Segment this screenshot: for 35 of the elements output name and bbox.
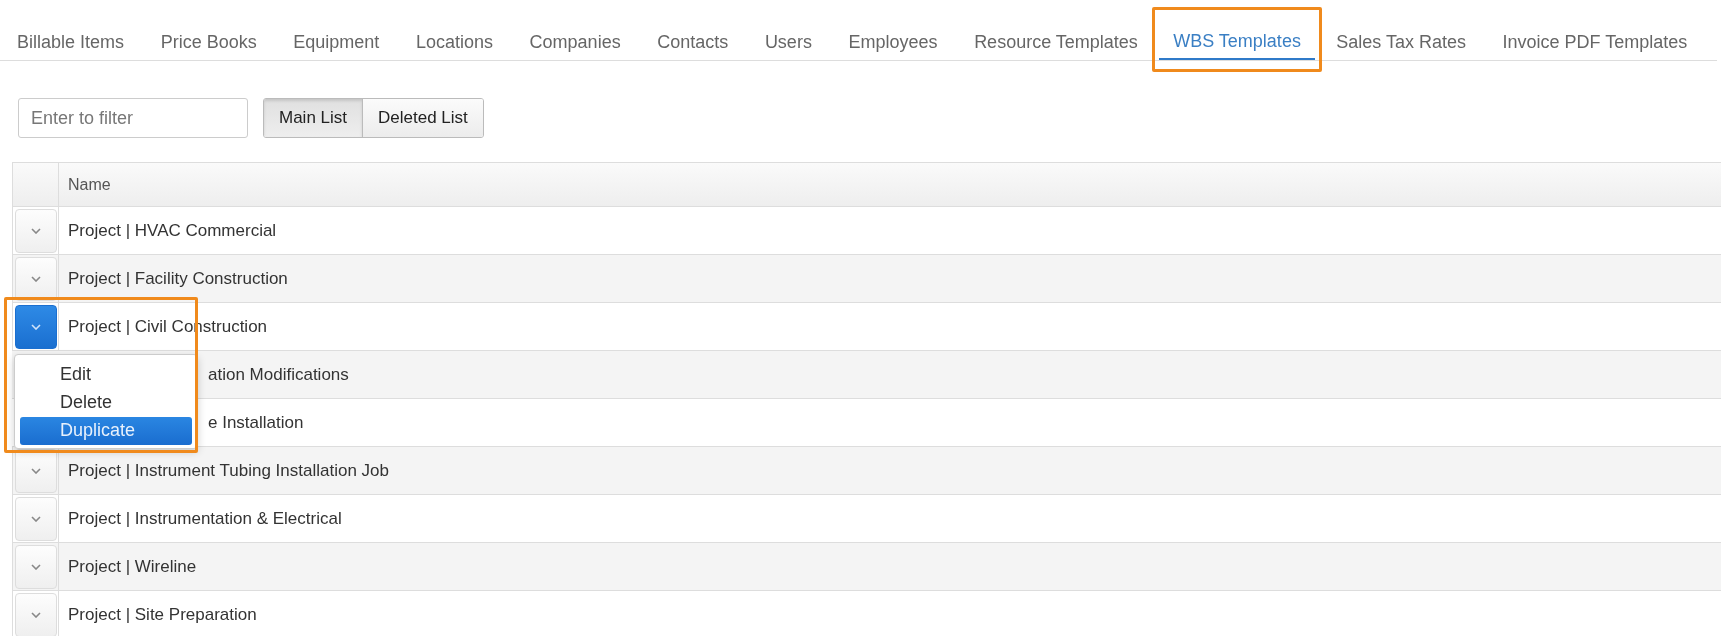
table-cell: e Installation (208, 412, 304, 433)
chevron-down-icon (30, 275, 41, 282)
menu-item[interactable]: Delete (20, 389, 192, 417)
chevron-down-icon (30, 611, 41, 618)
filter-field[interactable]: Enter to filter (18, 98, 248, 138)
table-cell: Project | HVAC Commercial (68, 220, 277, 241)
chevron-down-icon (30, 227, 41, 234)
tab[interactable]: Resource Templates (955, 0, 1157, 60)
menu-item[interactable]: Edit (20, 361, 192, 389)
chevron-down-icon (30, 467, 41, 474)
chevron-down-icon (30, 563, 41, 570)
table-cell: Project | Site Preparation (68, 604, 257, 625)
tab[interactable]: Locations (397, 0, 512, 60)
table-cell: Project | Wireline (68, 556, 197, 577)
tab[interactable]: Employees (830, 0, 956, 60)
tab[interactable]: Contacts (638, 0, 747, 60)
table-cell: Project | Facility Construction (68, 268, 288, 289)
tab[interactable]: Companies (511, 0, 639, 60)
tab[interactable]: Price Books (142, 0, 275, 60)
list-toggle-button[interactable]: Main List (264, 99, 363, 137)
chevron-down-icon (30, 515, 41, 522)
table-cell: ation Modifications (208, 364, 349, 385)
list-toggle-button[interactable]: Deleted List (362, 99, 483, 137)
tab[interactable]: Invoice PDF Templates (1484, 0, 1706, 60)
tab[interactable]: WBS Templates (1159, 0, 1315, 60)
tab[interactable]: Equipment (275, 0, 398, 60)
tab[interactable]: Users (746, 0, 831, 60)
row-menu-button[interactable] (14, 304, 57, 349)
tab[interactable]: Billable Items (0, 0, 143, 60)
menu-item[interactable]: Duplicate (20, 417, 192, 445)
column-header: Name (67, 174, 112, 195)
tab[interactable]: Sales Tax Rates (1317, 0, 1485, 60)
chevron-down-icon (30, 323, 41, 330)
table-cell: Project | Instrument Tubing Installation Job (68, 460, 389, 481)
table-cell: Project | Instrumentation & Electrical (68, 508, 342, 529)
